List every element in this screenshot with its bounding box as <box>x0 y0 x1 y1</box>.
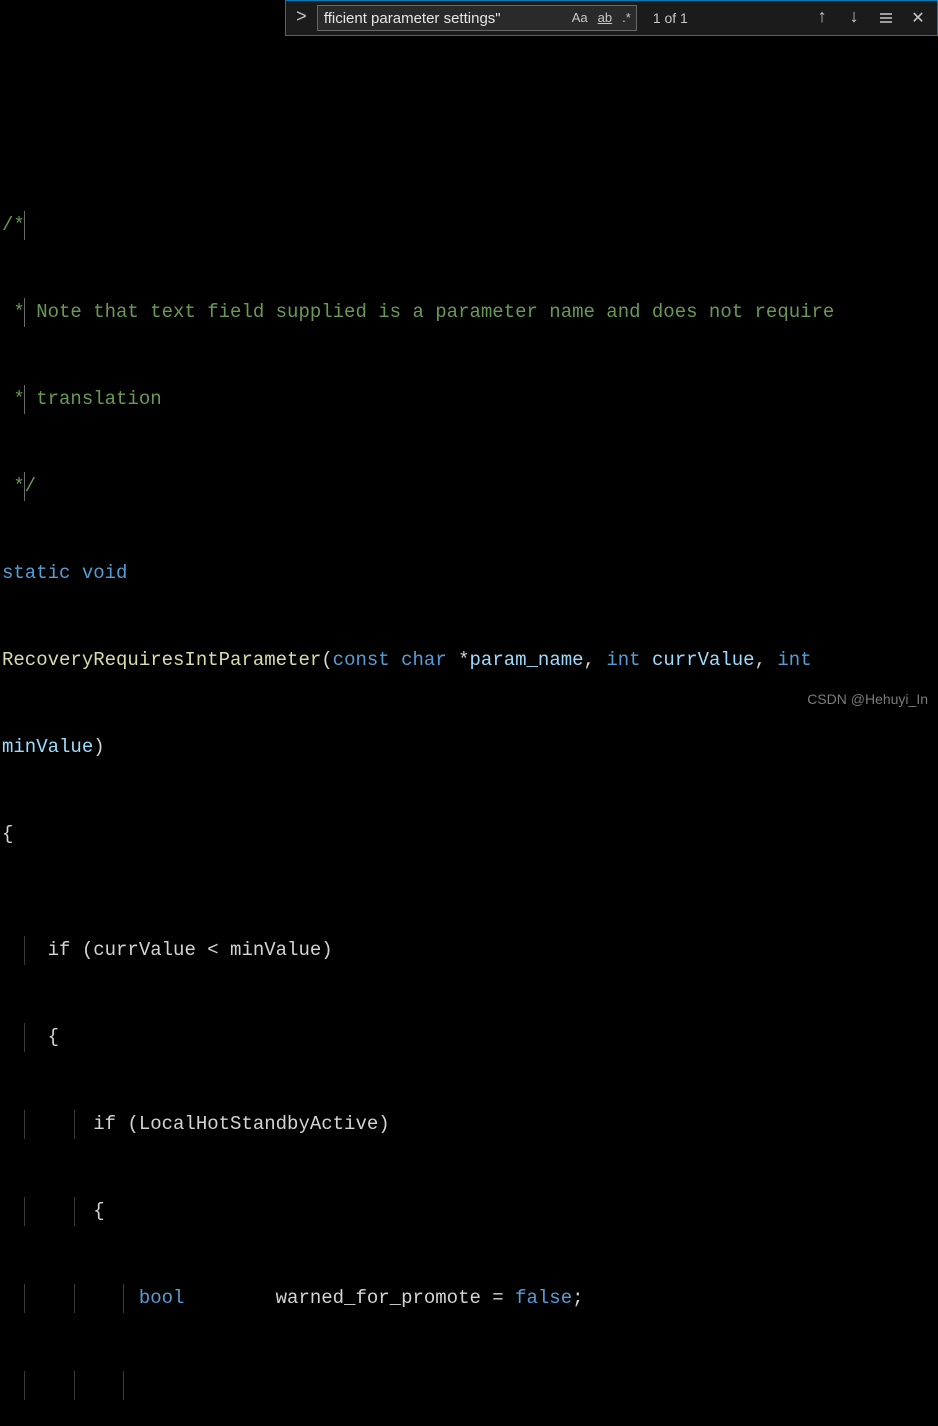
code-line: { <box>2 1023 938 1052</box>
brace: { <box>2 1023 59 1052</box>
code-text: minValue) <box>2 733 105 762</box>
code-text: RecoveryRequiresIntParameter(const char … <box>2 646 812 675</box>
code-line: /* <box>2 211 938 240</box>
comment: /* <box>2 211 25 240</box>
code-line: */ <box>2 472 938 501</box>
code-line: { <box>2 820 938 849</box>
code-line: RecoveryRequiresIntParameter(const char … <box>2 646 938 675</box>
comment: * Note that text field supplied is a par… <box>2 298 834 327</box>
code-line: minValue) <box>2 733 938 762</box>
code-text: if (currValue < minValue) <box>2 936 333 965</box>
comment: */ <box>2 472 36 501</box>
code-line: static void <box>2 559 938 588</box>
code-line <box>2 95 938 124</box>
brace: { <box>2 820 13 849</box>
code-line: if (currValue < minValue) <box>2 936 938 965</box>
code-line <box>2 1371 938 1400</box>
code-text: bool warned_for_promote = false; <box>2 1284 584 1313</box>
code-text: if (LocalHotStandbyActive) <box>2 1110 390 1139</box>
code-editor[interactable]: /* * Note that text field supplied is a … <box>0 8 938 713</box>
code-line: if (LocalHotStandbyActive) <box>2 1110 938 1139</box>
code-line: bool warned_for_promote = false; <box>2 1284 938 1313</box>
code-line: { <box>2 1197 938 1226</box>
comment: * translation <box>2 385 162 414</box>
watermark: CSDN @Hehuyi_In <box>807 691 928 707</box>
code-line: * Note that text field supplied is a par… <box>2 298 938 327</box>
code-line: * translation <box>2 385 938 414</box>
brace: { <box>2 1197 105 1226</box>
code-text: static void <box>2 559 127 588</box>
